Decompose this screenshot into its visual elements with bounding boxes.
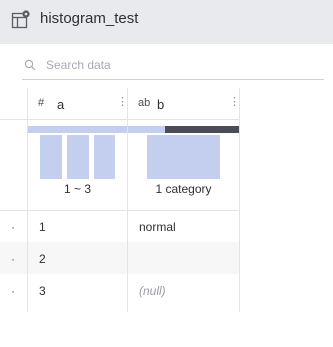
grid-divider [27, 88, 28, 312]
cell-a[interactable]: 2 [39, 252, 46, 266]
grid-divider [239, 88, 240, 312]
grid-divider [0, 210, 240, 211]
cell-a[interactable]: 1 [39, 220, 46, 234]
row-stripe [0, 242, 240, 274]
column-menu-icon[interactable]: ⋮ [229, 96, 240, 108]
category-bar[interactable] [147, 135, 220, 179]
column-summary-b: 1 category [155, 182, 212, 196]
cell-b-null[interactable]: (null) [139, 284, 166, 298]
valid-bar-b [128, 126, 165, 133]
missing-bar-b [165, 126, 239, 133]
column-menu-icon[interactable]: ⋮ [117, 96, 128, 108]
string-type-icon: ab [138, 97, 151, 109]
row-marker[interactable]: · [11, 284, 15, 298]
search-underline [22, 79, 324, 80]
grid-divider [0, 119, 240, 120]
column-header-a[interactable]: # a ⋮ [28, 88, 128, 119]
histogram-bar[interactable] [94, 135, 115, 179]
valid-bar-a [28, 126, 127, 133]
search-icon [24, 59, 36, 71]
titlebar: histogram_test [0, 0, 333, 44]
histogram-bar[interactable] [40, 135, 62, 179]
numeric-type-icon: # [38, 97, 45, 109]
row-marker[interactable]: · [11, 252, 15, 266]
column-name: a [57, 97, 65, 112]
cell-a[interactable]: 3 [39, 284, 46, 298]
search-input[interactable] [46, 54, 316, 76]
table-settings-icon [11, 10, 30, 29]
row-marker[interactable]: · [11, 220, 15, 234]
window-title: histogram_test [40, 10, 139, 27]
grid-divider [127, 88, 128, 312]
search-bar [0, 44, 333, 88]
cell-b[interactable]: normal [139, 220, 176, 234]
histogram-bar[interactable] [67, 135, 89, 179]
data-grid: # a ⋮ ab b ⋮ 1 ~ 3 1 category · 1 normal… [0, 88, 240, 312]
column-name: b [157, 97, 165, 112]
column-summary-a: 1 ~ 3 [63, 182, 92, 196]
column-header-b[interactable]: ab b ⋮ [128, 88, 240, 119]
